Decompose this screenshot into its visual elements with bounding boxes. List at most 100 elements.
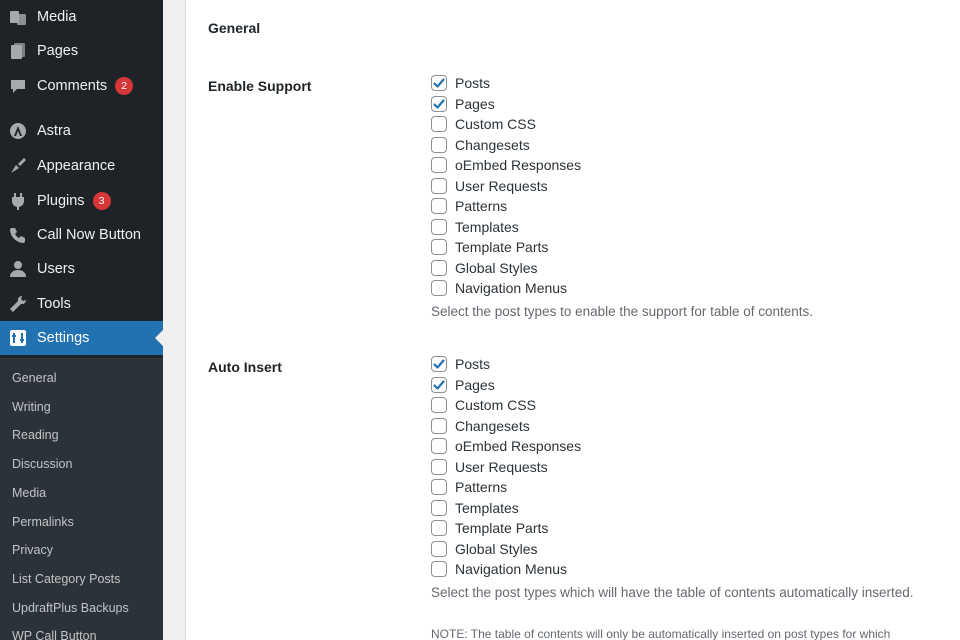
checkbox[interactable] [431, 239, 447, 255]
submenu-item-general[interactable]: General [12, 371, 56, 385]
sidebar-item-label: Media [37, 9, 77, 25]
checkbox[interactable] [431, 540, 447, 557]
checkbox[interactable] [431, 479, 447, 495]
checkbox-label: Global Styles [455, 259, 538, 276]
enable-support-option[interactable]: Global Styles [431, 259, 537, 277]
count-badge: 3 [92, 192, 111, 210]
checkbox-checked[interactable] [431, 95, 447, 112]
enable-support-option[interactable]: Navigation Menus [431, 279, 567, 297]
submenu-item-writing[interactable]: Writing [12, 400, 51, 414]
media-icon [8, 7, 28, 27]
sidebar-item-media[interactable]: Media [0, 0, 163, 34]
settings-submenu: General Writing Reading Discussion Media Perm… [0, 358, 163, 640]
submenu-item-updraftplus-backups[interactable]: UpdraftPlus Backups [12, 601, 129, 615]
sidebar-item-comments[interactable]: Comments 2 [0, 69, 163, 103]
enable-support-option[interactable]: Template Parts [431, 238, 548, 256]
active-indicator [155, 330, 163, 346]
auto-insert-option[interactable]: Templates [431, 499, 519, 517]
checkbox-label: Templates [455, 499, 519, 516]
checkbox-checked[interactable] [431, 75, 447, 91]
checkbox[interactable] [431, 397, 447, 413]
sidebar-item-settings[interactable]: Settings [0, 321, 163, 355]
phone-icon [8, 225, 28, 245]
comments-icon [8, 76, 28, 96]
plugins-icon [8, 191, 28, 211]
sidebar-item-astra[interactable]: Astra [0, 114, 163, 148]
sidebar-item-call-now-button[interactable]: Call Now Button [0, 218, 163, 252]
checkbox[interactable] [431, 561, 447, 577]
submenu-item-privacy[interactable]: Privacy [12, 543, 53, 557]
submenu-item-list-category-posts[interactable]: List Category Posts [12, 572, 120, 586]
submenu-item-wp-call-button[interactable]: WP Call Button [12, 629, 97, 640]
checkbox-label: Template Parts [455, 239, 549, 255]
sidebar-item-users[interactable]: Users [0, 252, 163, 286]
auto-insert-option[interactable]: Navigation Menus [431, 560, 567, 578]
enable-support-option[interactable]: Patterns [431, 197, 507, 215]
enable-support-option[interactable]: Posts [431, 74, 490, 92]
checkbox-checked[interactable] [431, 356, 447, 372]
auto-insert-description: Select the post types which will have th… [431, 585, 914, 600]
checkbox[interactable] [431, 520, 447, 536]
enable-support-option[interactable]: User Requests [431, 177, 548, 195]
checkbox-label: Navigation Menus [455, 280, 568, 296]
auto-insert-option[interactable]: Changesets [431, 417, 530, 435]
auto-insert-option[interactable]: Template Parts [431, 519, 548, 537]
checkbox[interactable] [431, 499, 447, 516]
sidebar-item-tools[interactable]: Tools [0, 287, 163, 321]
sidebar-item-plugins[interactable]: Plugins 3 [0, 184, 163, 218]
checkbox[interactable] [431, 116, 447, 132]
auto-insert-label: Auto Insert [208, 359, 282, 375]
sidebar-item-label: Users [37, 261, 75, 277]
sidebar-item-pages[interactable]: Pages [0, 34, 163, 68]
enable-support-option[interactable]: Custom CSS [431, 115, 536, 133]
checkbox[interactable] [431, 259, 447, 276]
checkbox-label: Templates [455, 218, 519, 235]
enable-support-option[interactable]: Changesets [431, 136, 530, 154]
checkbox-label: Patterns [455, 198, 508, 214]
count-badge: 2 [115, 77, 134, 95]
users-icon [8, 259, 28, 279]
checkbox[interactable] [431, 177, 447, 194]
enable-support-option[interactable]: Pages [431, 95, 495, 113]
settings-panel: General Enable Support Posts Pages Custom … [185, 0, 960, 640]
sidebar-item-label: Plugins [37, 193, 85, 209]
checkbox[interactable] [431, 136, 447, 153]
auto-insert-option[interactable]: Custom CSS [431, 396, 536, 414]
enable-support-option[interactable]: oEmbed Responses [431, 156, 581, 174]
auto-insert-option[interactable]: Patterns [431, 478, 507, 496]
tools-icon [8, 294, 28, 314]
sidebar-item-label: Tools [37, 296, 71, 312]
checkbox[interactable] [431, 458, 447, 475]
auto-insert-option[interactable]: User Requests [431, 458, 548, 476]
pages-icon [8, 41, 28, 61]
checkbox-label: Patterns [455, 479, 508, 495]
checkbox[interactable] [431, 157, 447, 173]
submenu-item-permalinks[interactable]: Permalinks [12, 515, 74, 529]
submenu-item-reading[interactable]: Reading [12, 428, 59, 442]
checkbox-label: Custom CSS [455, 397, 536, 413]
checkbox[interactable] [431, 438, 447, 454]
checkbox-label: Template Parts [455, 520, 549, 536]
sidebar-item-appearance[interactable]: Appearance [0, 149, 163, 183]
checkbox-label: User Requests [455, 177, 548, 194]
sidebar-item-label: Pages [37, 43, 79, 59]
auto-insert-option[interactable]: Pages [431, 376, 495, 394]
checkbox-label: User Requests [455, 458, 548, 475]
sidebar-item-label: Settings [37, 330, 90, 346]
enable-support-option[interactable]: Templates [431, 218, 519, 236]
sidebar-item-label: Call Now Button [37, 227, 141, 243]
submenu-item-discussion[interactable]: Discussion [12, 457, 72, 471]
checkbox[interactable] [431, 218, 447, 235]
checkbox-label: Navigation Menus [455, 561, 568, 577]
auto-insert-option[interactable]: Global Styles [431, 540, 537, 558]
checkbox[interactable] [431, 280, 447, 296]
checkbox-label: Changesets [455, 417, 530, 434]
submenu-item-media[interactable]: Media [12, 486, 46, 500]
checkbox[interactable] [431, 417, 447, 434]
checkbox[interactable] [431, 198, 447, 214]
auto-insert-option[interactable]: Posts [431, 355, 490, 373]
sidebar-item-label: Astra [37, 123, 71, 139]
checkbox-checked[interactable] [431, 376, 447, 393]
checkbox-label: oEmbed Responses [455, 438, 582, 454]
auto-insert-option[interactable]: oEmbed Responses [431, 437, 581, 455]
